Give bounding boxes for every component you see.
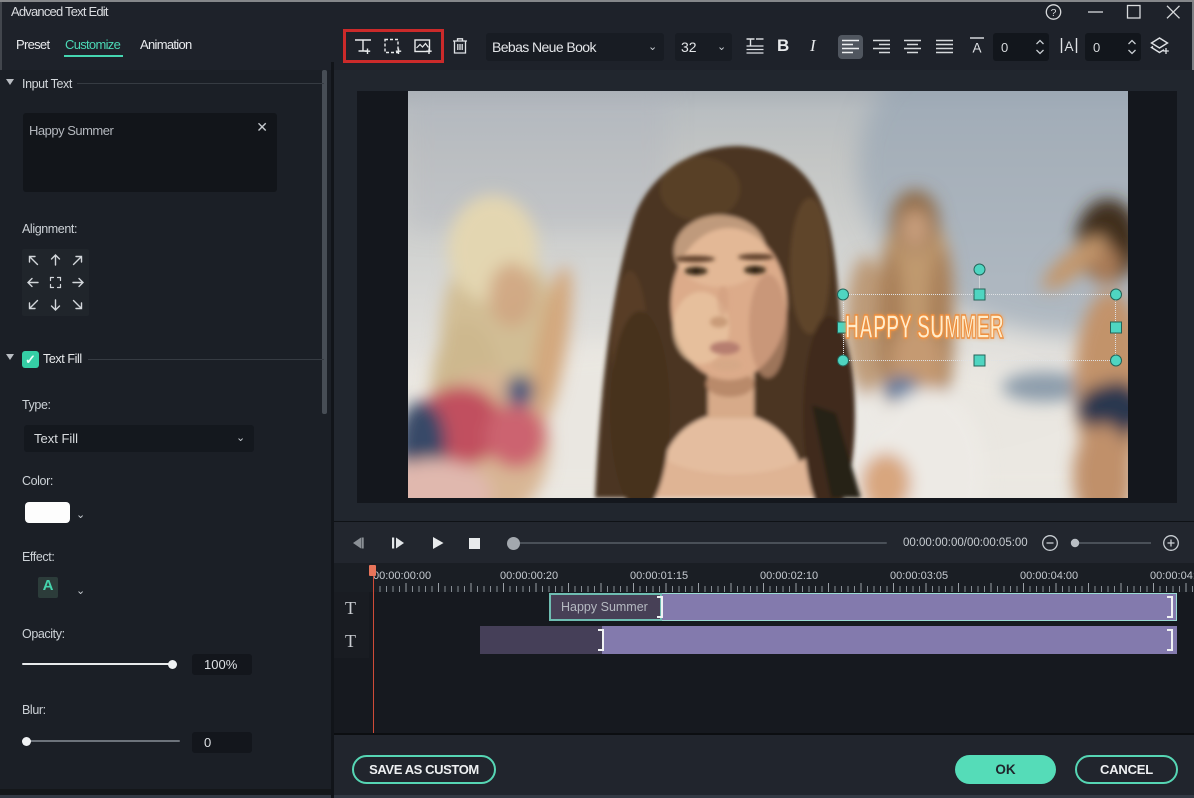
svg-text:A: A (1064, 39, 1073, 54)
svg-text:A: A (972, 41, 981, 56)
svg-text:?: ? (1051, 7, 1057, 19)
